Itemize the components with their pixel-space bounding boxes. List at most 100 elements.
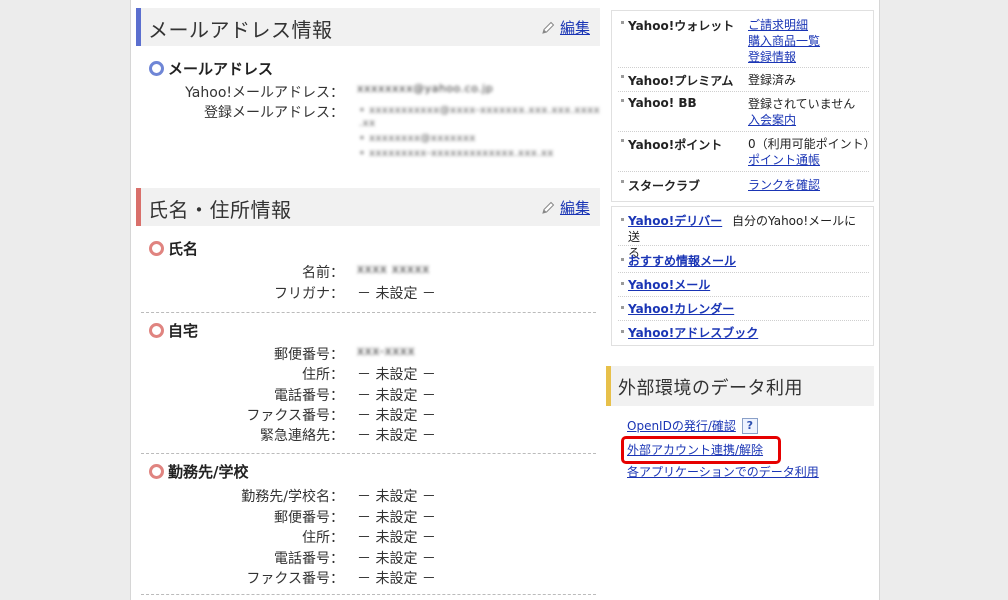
quick-links-box: Yahoo!デリバー 自分のYahoo!メールに送 る おすすめ情報メール Ya… [611,206,874,346]
work-phone-row: 電話番号： － 未設定 － [131,548,595,568]
field-value: － 未設定 － [357,571,436,587]
field-value: xxx-xxxx [357,344,416,358]
name-value: xxxx xxxxx [357,262,430,276]
bullet-circle-icon [149,464,164,479]
home-group-head: 自宅 [149,320,198,341]
field-label: 緊急連絡先： [260,428,344,444]
mail-section-title: メールアドレス情報 [148,18,333,42]
registered-mail-label: 登録メールアドレス： [204,105,344,121]
home-phone-row: 電話番号： － 未設定 － [131,385,595,405]
recommend-mail-link[interactable]: おすすめ情報メール [628,252,736,269]
billing-link[interactable]: ご請求明細 [748,17,820,33]
field-label: 郵便番号： [274,510,344,526]
service-status: 0（利用可能ポイント） [748,137,876,151]
quick-link-row: Yahoo!メール [618,273,869,297]
service-row-premium: Yahoo!プレミアム 登録済み [618,69,869,92]
bullet-square-icon [621,258,624,261]
field-value: － 未設定 － [357,367,436,383]
home-fax-row: ファクス番号： － 未設定 － [131,405,595,425]
field-label: 住所： [302,367,344,383]
field-label: 郵便番号： [274,347,344,363]
addressbook-link[interactable]: Yahoo!アドレスブック [628,324,758,341]
service-row-points: Yahoo!ポイント 0（利用可能ポイント） ポイント通帳 [618,133,876,172]
mail-edit-link[interactable]: 編集 [560,17,590,38]
home-emergency-row: 緊急連絡先： － 未設定 － [131,425,595,445]
field-value: － 未設定 － [357,428,436,444]
delivery-link[interactable]: Yahoo!デリバー [628,214,722,228]
home-group-title: 自宅 [168,322,199,340]
services-box: Yahoo!ウォレット ご請求明細 購入商品一覧 登録情報 Yahoo!プレミア… [611,10,876,202]
field-value: － 未設定 － [357,510,436,526]
registered-mail-item: • xxxxxxxxxxx@xxxx-xxxxxxx.xxx.xxx.xxxx [359,105,601,116]
bullet-circle-icon [149,323,164,338]
bullet-square-icon [621,180,624,183]
profile-edit-link[interactable]: 編集 [560,197,590,218]
purchases-link[interactable]: 購入商品一覧 [748,33,820,49]
section-accent-bar [606,366,611,406]
mail-group-title: メールアドレス [168,60,274,78]
bullet-square-icon [621,330,624,333]
service-name: Yahoo!プレミアム [628,74,734,88]
kana-value: － 未設定 － [357,286,436,302]
help-icon[interactable]: ? [741,417,758,434]
bullet-square-icon [621,306,624,309]
name-group-head: 氏名 [149,238,198,259]
name-label: 名前： [302,265,344,281]
work-fax-row: ファクス番号： － 未設定 － [131,568,595,588]
kana-row: フリガナ： － 未設定 － [131,283,595,303]
work-group-title: 勤務先/学校 [168,463,249,481]
pencil-icon [542,201,555,214]
quick-link-row: Yahoo!カレンダー [618,297,869,321]
bullet-square-icon [621,282,624,285]
profile-section-title: 氏名・住所情報 [148,198,292,222]
service-name: スタークラブ [628,179,701,193]
divider [141,312,596,313]
service-row-bb: Yahoo! BB 登録されていません 入会案内 [618,93,869,132]
openid-link[interactable]: OpenIDの発行/確認 [627,417,736,434]
quick-link-row: Yahoo!デリバー 自分のYahoo!メールに送 る [618,209,869,260]
service-info: 登録されていません 入会案内 [748,96,855,128]
field-value: － 未設定 － [357,530,436,546]
section-accent-bar [136,8,141,46]
join-link[interactable]: 入会案内 [748,112,855,128]
calendar-link[interactable]: Yahoo!カレンダー [628,300,734,317]
profile-edit[interactable]: 編集 [540,197,590,218]
registration-link[interactable]: 登録情報 [748,49,820,65]
service-row-starclub: スタークラブ ランクを確認 [618,173,869,197]
field-label: 住所： [302,530,344,546]
field-label: ファクス番号： [246,571,344,587]
home-postal-row: 郵便番号： xxx-xxxx [131,344,595,364]
service-name: Yahoo!ウォレット [628,19,735,33]
mail-group-head: メールアドレス [149,58,273,79]
points-passbook-link[interactable]: ポイント通帳 [748,152,876,168]
external-section-title: 外部環境のデータ利用 [618,378,803,399]
bullet-square-icon [621,21,624,24]
rank-link[interactable]: ランクを確認 [748,177,820,193]
field-label: 勤務先/学校名： [241,489,344,505]
bullet-square-icon [621,99,624,102]
section-accent-bar [136,188,141,226]
kana-label: フリガナ： [274,286,344,302]
registered-mail-list: • xxxxxxxxxxx@xxxx-xxxxxxx.xxx.xxx.xxxx … [359,104,600,160]
field-value: － 未設定 － [357,388,436,404]
name-group-title: 氏名 [168,240,199,258]
yahoo-mail-link[interactable]: Yahoo!メール [628,276,710,293]
mail-section-header: メールアドレス情報 編集 [136,8,600,46]
field-label: ファクス番号： [246,408,344,424]
service-name: Yahoo! BB [628,96,697,110]
pencil-icon [542,21,555,34]
account-page: メールアドレス情報 編集 メールアドレス Yahoo!メールアドレス： xxxx… [130,0,880,600]
app-data-usage-link[interactable]: 各アプリケーションでのデータ利用 [627,463,819,480]
external-section-header: 外部環境のデータ利用 [606,366,874,406]
service-status: 登録されていません [748,97,856,111]
field-value: － 未設定 － [357,408,436,424]
name-row: 名前： xxxx xxxxx [131,262,595,282]
bullet-circle-icon [149,241,164,256]
bullet-square-icon [621,139,624,142]
work-name-row: 勤務先/学校名： － 未設定 － [131,486,595,506]
yahoo-mail-row: Yahoo!メールアドレス： xxxxxxxx@yahoo.co.jp [131,82,595,102]
highlight-box [621,436,781,464]
mail-edit[interactable]: 編集 [540,17,590,38]
field-label: 電話番号： [274,388,344,404]
profile-section-header: 氏名・住所情報 編集 [136,188,600,226]
